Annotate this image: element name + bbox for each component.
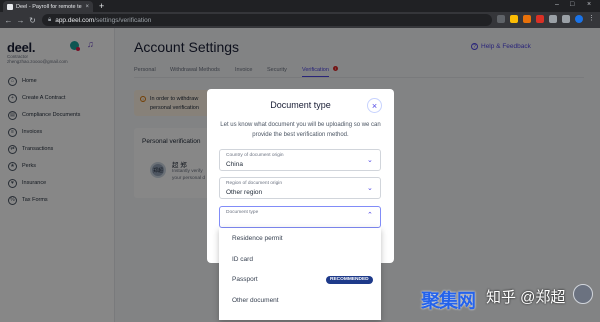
sidebar-icon[interactable] [562,15,570,23]
extension-icon[interactable] [536,15,544,23]
tab-title: Deel - Payroll for remote team [16,3,83,10]
url-text: app.deel.com/settings/verification [55,17,151,24]
modal-title: Document type [270,100,331,110]
window-minimize-button[interactable]: – [555,1,559,8]
star-icon[interactable] [510,15,518,23]
modal-description-line-1: Let us know what document you will be up… [220,122,381,128]
option-residence-permit[interactable]: Residence permit [232,235,283,242]
back-arrow-icon[interactable]: ← [3,16,14,25]
reload-icon[interactable]: ↻ [27,16,38,25]
window-close-button[interactable]: × [587,1,591,8]
country-of-origin-select[interactable]: Country of document origin China ⌄ [219,149,381,171]
field-value: Other region [226,189,263,196]
recommended-badge: RECOMMENDED [326,276,373,284]
lock-icon: 🔒︎ [48,16,52,23]
tab-close-icon[interactable]: × [85,4,89,10]
field-label: Document type [226,210,259,215]
watermark-logo: 聚集网 [421,291,476,312]
modal-description-line-2: provide the best verification method. [252,131,349,138]
share-icon[interactable] [497,15,505,23]
browser-tabbar: Deel - Payroll for remote team × + – □ × [0,0,600,12]
option-id-card[interactable]: ID card [232,256,253,263]
url-input[interactable]: 🔒︎ app.deel.com/settings/verification [42,14,492,26]
new-tab-button[interactable]: + [99,1,104,11]
chevron-down-icon: ⌄ [367,157,373,164]
url-path: /settings/verification [94,16,152,24]
browser-tab[interactable]: Deel - Payroll for remote team × [3,1,93,12]
document-type-dropdown: Residence permit ID card Passport RECOMM… [219,228,381,320]
puzzle-icon[interactable] [549,15,557,23]
tab-favicon-icon [7,3,13,10]
modal-description: Let us know what document you will be up… [217,121,384,140]
region-of-origin-select[interactable]: Region of document origin Other region ⌄ [219,177,381,199]
document-type-select[interactable]: Document type ⌃ [219,206,381,228]
option-other-document[interactable]: Other document [232,297,279,304]
watermark-avatar [573,284,593,304]
menu-icon[interactable]: ⋮ [588,15,596,23]
window-maximize-button[interactable]: □ [570,1,574,8]
chevron-down-icon: ⌄ [367,185,373,192]
field-label: Country of document origin [226,153,284,158]
extension-icon[interactable] [523,15,531,23]
field-value: China [226,161,243,168]
forward-arrow-icon[interactable]: → [15,16,26,25]
watermark-text: 知乎 @郑超 [486,289,566,306]
field-label: Region of document origin [226,181,282,186]
chevron-up-icon: ⌃ [367,212,373,219]
profile-avatar-icon[interactable] [575,15,583,23]
url-host: app.deel.com [55,16,95,24]
option-passport[interactable]: Passport [232,276,258,283]
close-icon[interactable]: × [367,98,382,113]
